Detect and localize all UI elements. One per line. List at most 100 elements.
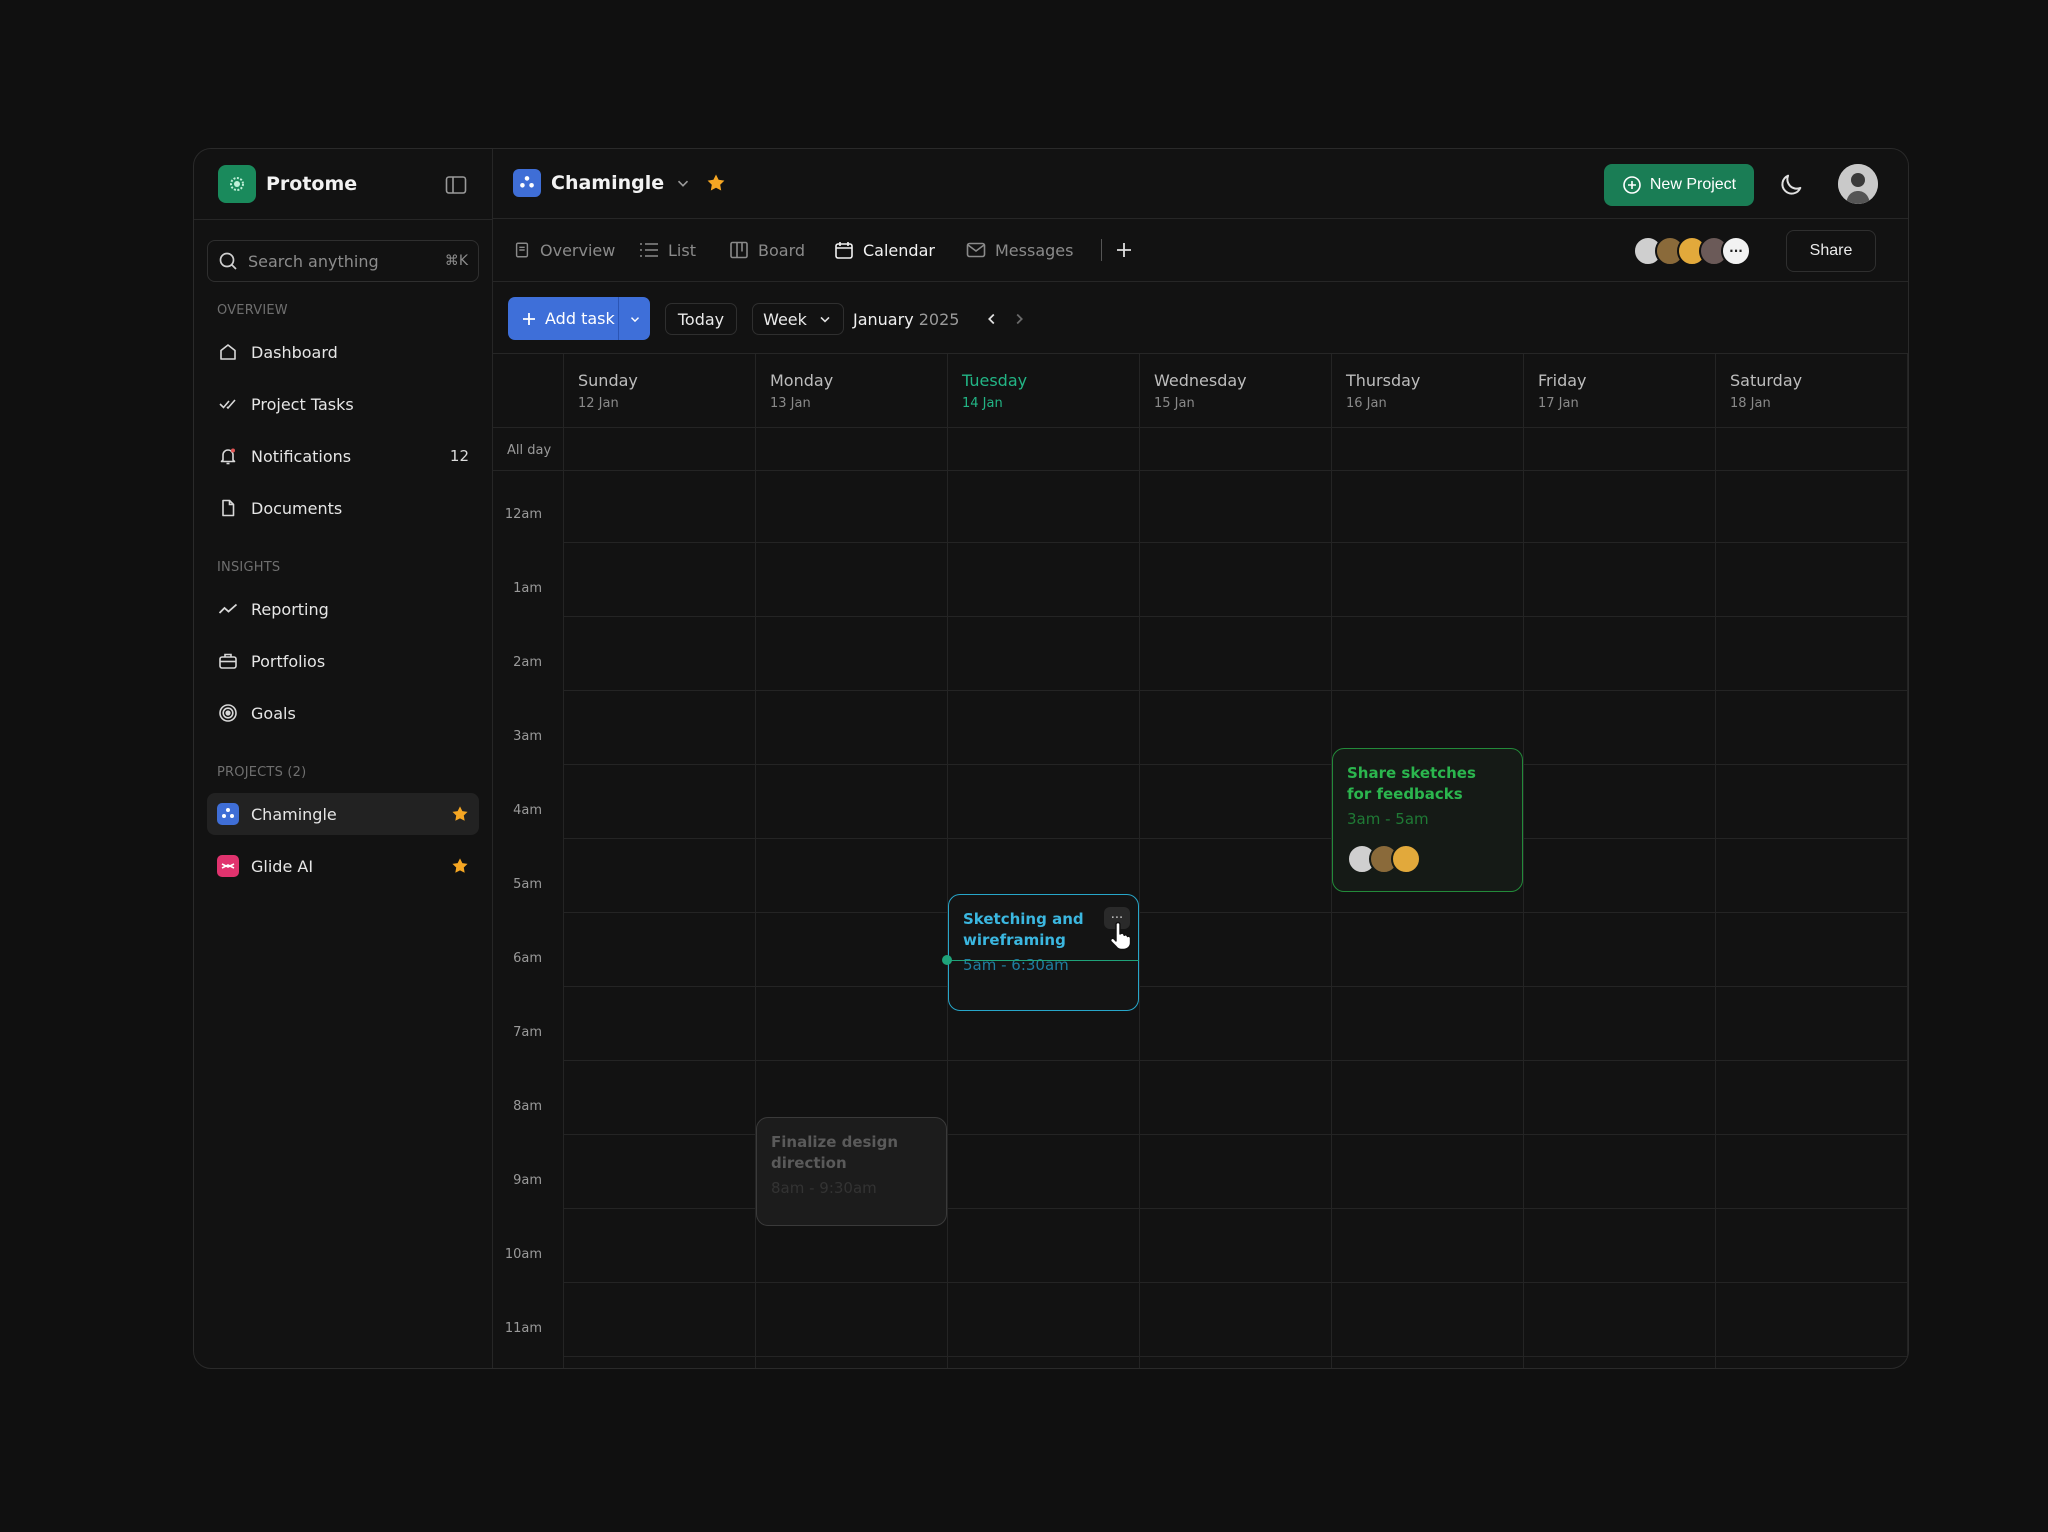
event-card[interactable]: Sketching and wireframing 5am - 6:30am ··… (948, 894, 1139, 1011)
nav-portfolios[interactable]: Portfolios (207, 640, 479, 682)
tab-list[interactable]: List (639, 219, 696, 281)
add-task-main[interactable]: Add task (508, 309, 618, 328)
add-task-dropdown[interactable] (618, 297, 650, 340)
search-input[interactable]: Search anything ⌘K (207, 240, 479, 282)
event-assignees[interactable] (1347, 844, 1508, 874)
nav-notifications[interactable]: Notifications 12 (207, 435, 479, 477)
project-label: Chamingle (251, 804, 337, 824)
hour-gridline (563, 912, 1908, 913)
tab-messages[interactable]: Messages (966, 219, 1073, 281)
sidebar: Protome Search anything ⌘K OVERVIEW Dash… (194, 149, 493, 1368)
hour-label: 8am (513, 1099, 542, 1114)
day-column-divider (1523, 354, 1524, 1368)
event-card[interactable]: Share sketches for feedbacks 3am - 5am (1332, 748, 1523, 892)
moon-icon[interactable] (1777, 171, 1805, 199)
section-insights: INSIGHTS (217, 560, 281, 575)
add-task-label: Add task (545, 309, 615, 328)
favorite-star-icon[interactable] (706, 173, 726, 193)
hour-gridline (563, 690, 1908, 691)
event-title: Finalize design direction (771, 1133, 898, 1172)
tab-overview[interactable]: Overview (513, 219, 615, 281)
today-button[interactable]: Today (665, 303, 737, 335)
main-area: Chamingle New Project Overview List Boar… (493, 149, 1908, 1368)
day-column-divider (1139, 354, 1140, 1368)
mail-icon (966, 242, 986, 258)
member-avatars[interactable]: ··· (1633, 236, 1751, 266)
project-switcher[interactable]: Chamingle (513, 169, 726, 197)
hour-label: 7am (513, 1025, 542, 1040)
nav-goals[interactable]: Goals (207, 692, 479, 734)
tab-label: List (668, 240, 696, 260)
board-icon (730, 241, 748, 259)
allday-label: All day (507, 443, 552, 458)
nav-project-tasks[interactable]: Project Tasks (207, 383, 479, 425)
hour-label: 1am (513, 581, 542, 596)
new-project-button[interactable]: New Project (1604, 164, 1754, 206)
tab-label: Board (758, 240, 806, 260)
event-card[interactable]: Finalize design direction 8am - 9:30am (756, 1117, 947, 1226)
plus-circle-icon (1623, 176, 1641, 194)
event-title: Sketching and wireframing (963, 910, 1084, 949)
project-item-chamingle[interactable]: Chamingle (207, 793, 479, 835)
star-icon[interactable] (451, 805, 469, 823)
double-check-icon (217, 393, 239, 415)
search-icon (219, 252, 237, 270)
tab-label: Calendar (863, 240, 935, 260)
add-tab-plus-icon[interactable] (1113, 239, 1135, 261)
day-header[interactable]: Friday 17 Jan (1523, 354, 1715, 427)
nav-reporting[interactable]: Reporting (207, 588, 479, 630)
sidebar-divider (194, 219, 492, 220)
hour-gridline (563, 764, 1908, 765)
day-header[interactable]: Wednesday 15 Jan (1139, 354, 1331, 427)
project-label: Glide AI (251, 856, 314, 876)
chevron-right-icon[interactable] (1010, 310, 1028, 328)
user-avatar[interactable] (1838, 164, 1878, 204)
project-item-glide-ai[interactable]: Glide AI (207, 845, 479, 887)
briefcase-icon (217, 650, 239, 672)
tab-calendar[interactable]: Calendar (834, 219, 935, 281)
day-header[interactable]: Thursday 16 Jan (1331, 354, 1523, 427)
day-date: 14 Jan (962, 396, 1003, 411)
day-header[interactable]: Monday 13 Jan (755, 354, 947, 427)
nav-label: Dashboard (251, 342, 338, 362)
sidebar-toggle-icon[interactable] (444, 173, 468, 197)
day-column-divider (947, 354, 948, 1368)
nav-label: Reporting (251, 599, 329, 619)
day-name: Wednesday (1154, 371, 1247, 390)
day-header[interactable]: Tuesday 14 Jan (947, 354, 1139, 427)
more-members-icon: ··· (1721, 236, 1751, 266)
tab-board[interactable]: Board (729, 219, 805, 281)
day-header[interactable]: Sunday 12 Jan (563, 354, 755, 427)
day-date: 15 Jan (1154, 396, 1195, 411)
hour-label: 5am (513, 877, 542, 892)
nav-dashboard[interactable]: Dashboard (207, 331, 479, 373)
chamingle-project-icon (217, 803, 239, 825)
tab-label: Messages (995, 240, 1074, 260)
avatar (1391, 844, 1421, 874)
file-icon (217, 497, 239, 519)
day-name: Friday (1538, 371, 1587, 390)
day-date: 16 Jan (1346, 396, 1387, 411)
nav-documents[interactable]: Documents (207, 487, 479, 529)
add-task-button[interactable]: Add task (508, 297, 650, 340)
target-icon (217, 702, 239, 724)
day-header[interactable]: Saturday 18 Jan (1715, 354, 1907, 427)
day-date: 13 Jan (770, 396, 811, 411)
day-date: 17 Jan (1538, 396, 1579, 411)
day-name: Saturday (1730, 371, 1803, 390)
view-select[interactable]: Week (752, 303, 844, 335)
day-name: Thursday (1346, 371, 1421, 390)
brand[interactable]: Protome (218, 165, 357, 203)
share-button[interactable]: Share (1786, 230, 1876, 272)
event-time: 8am - 9:30am (771, 1179, 877, 1197)
event-title: Share sketches for feedbacks (1347, 764, 1476, 803)
glide-ai-project-icon (217, 855, 239, 877)
doc-icon (515, 242, 529, 258)
hour-gridline (563, 542, 1908, 543)
calendar-toolbar: Add task Today Week January 2025 (493, 282, 1908, 354)
hour-label: 10am (504, 1247, 542, 1262)
day-date: 12 Jan (578, 396, 619, 411)
protome-logo-icon (218, 165, 256, 203)
chevron-left-icon[interactable] (983, 310, 1001, 328)
star-icon[interactable] (451, 857, 469, 875)
